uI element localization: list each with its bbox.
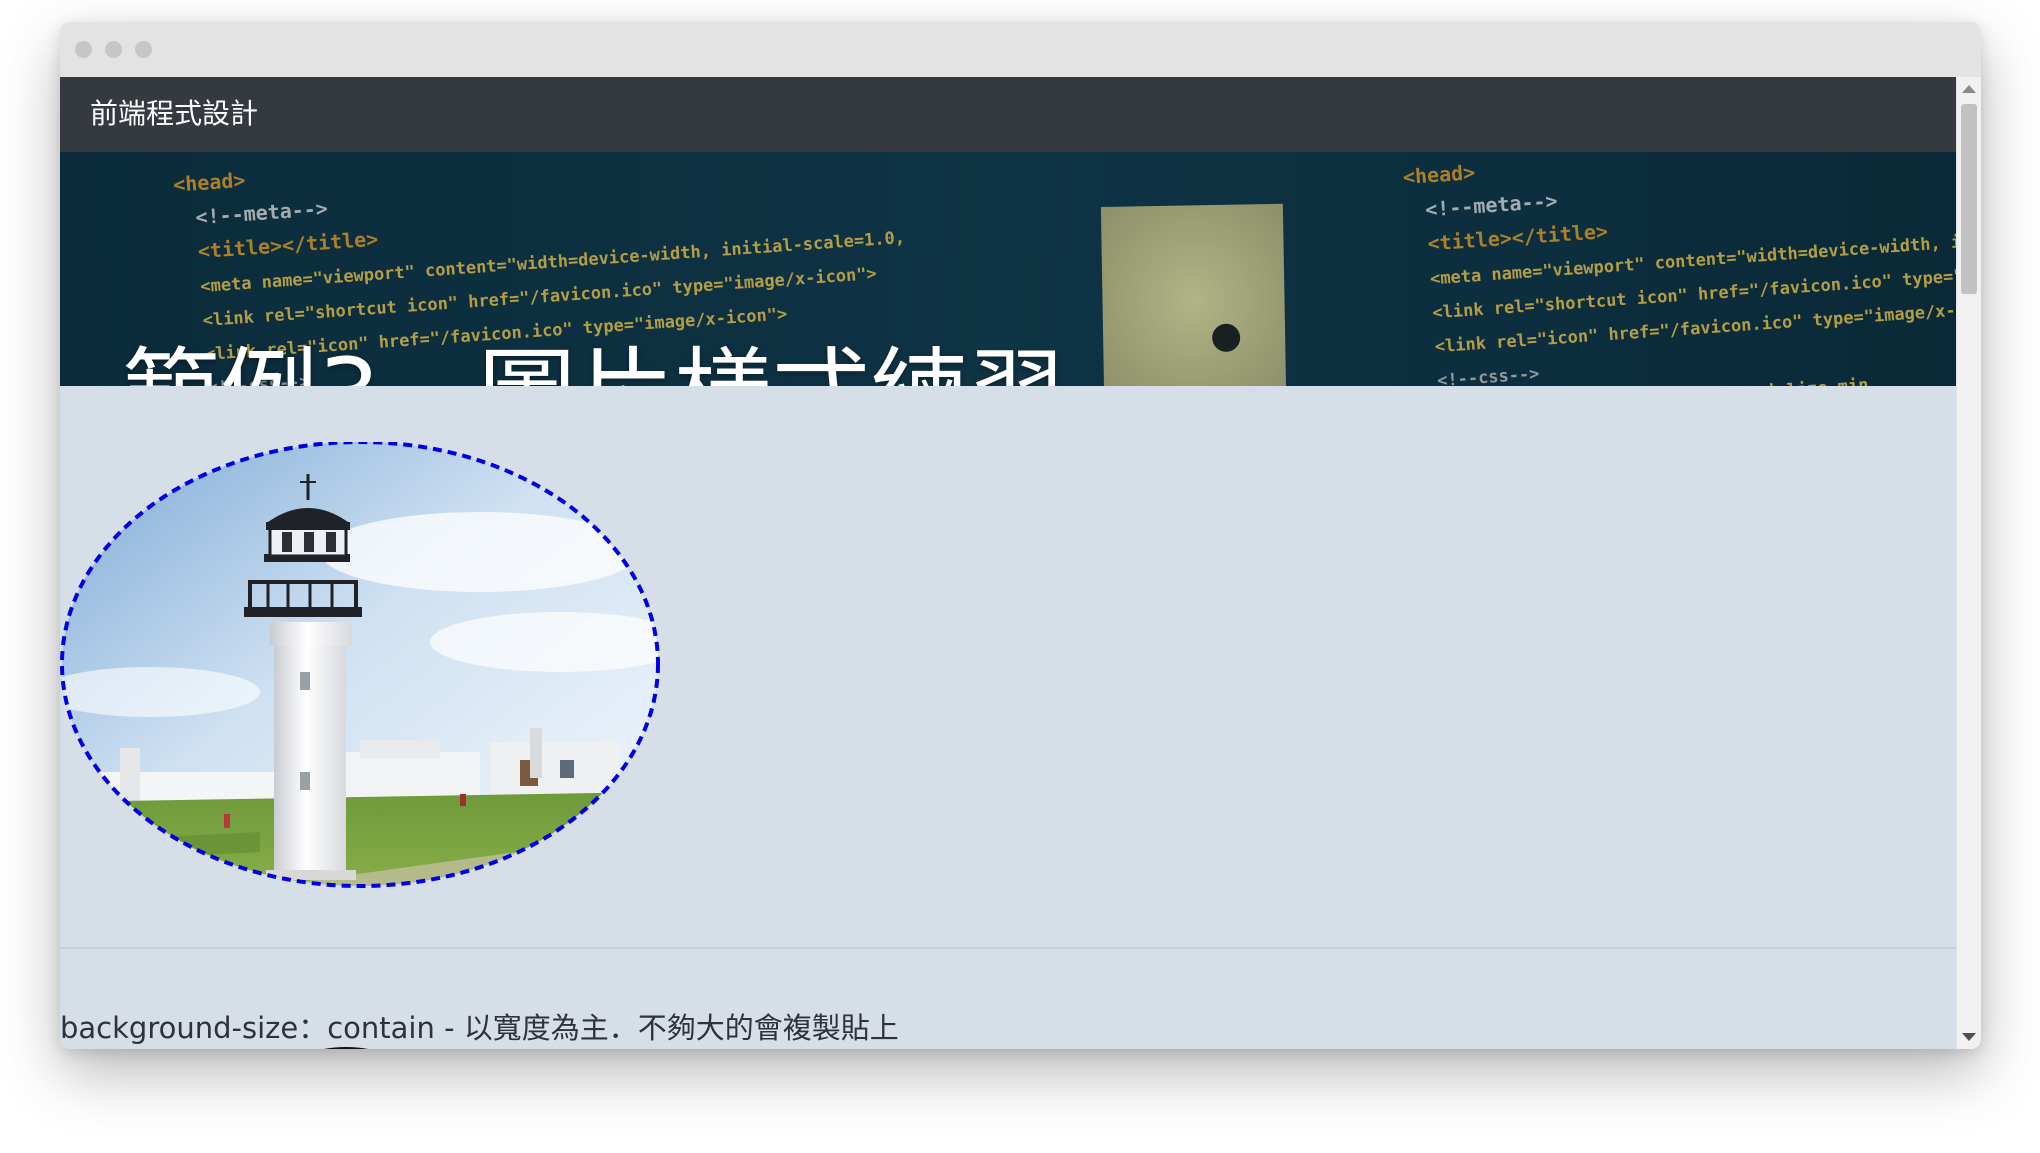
hero-banner: <head><!--meta--><title></title><meta na… — [60, 152, 1956, 386]
zoom-window-dot[interactable] — [135, 41, 152, 58]
scroll-down-arrow-icon[interactable] — [1962, 1033, 1976, 1041]
scroll-up-arrow-icon[interactable] — [1962, 85, 1976, 93]
close-window-dot[interactable] — [75, 41, 92, 58]
navbar-brand-link[interactable]: 前端程式設計 — [90, 96, 258, 132]
window-titlebar — [60, 22, 1981, 77]
scrollbar-thumb[interactable] — [1961, 104, 1977, 294]
browser-window: 前端程式設計 background-size：contain - 以寬度為主．不… — [60, 22, 1981, 1049]
lighthouse-ellipse-image — [60, 440, 660, 900]
page-viewport: 前端程式設計 background-size：contain - 以寬度為主．不… — [60, 77, 1956, 1049]
minimize-window-dot[interactable] — [105, 41, 122, 58]
screen: 前端程式設計 background-size：contain - 以寬度為主．不… — [0, 0, 2040, 1153]
next-ellipse-image — [246, 1027, 446, 1049]
section-divider — [60, 947, 1956, 949]
vertical-scrollbar[interactable] — [1956, 77, 1981, 1049]
section-caption: background-size：contain - 以寬度為主．不夠大的會複製貼… — [60, 1011, 899, 1045]
navbar: 前端程式設計 — [60, 77, 1956, 152]
page-title: 範例3 - 圖片樣式練習 — [122, 340, 1066, 386]
